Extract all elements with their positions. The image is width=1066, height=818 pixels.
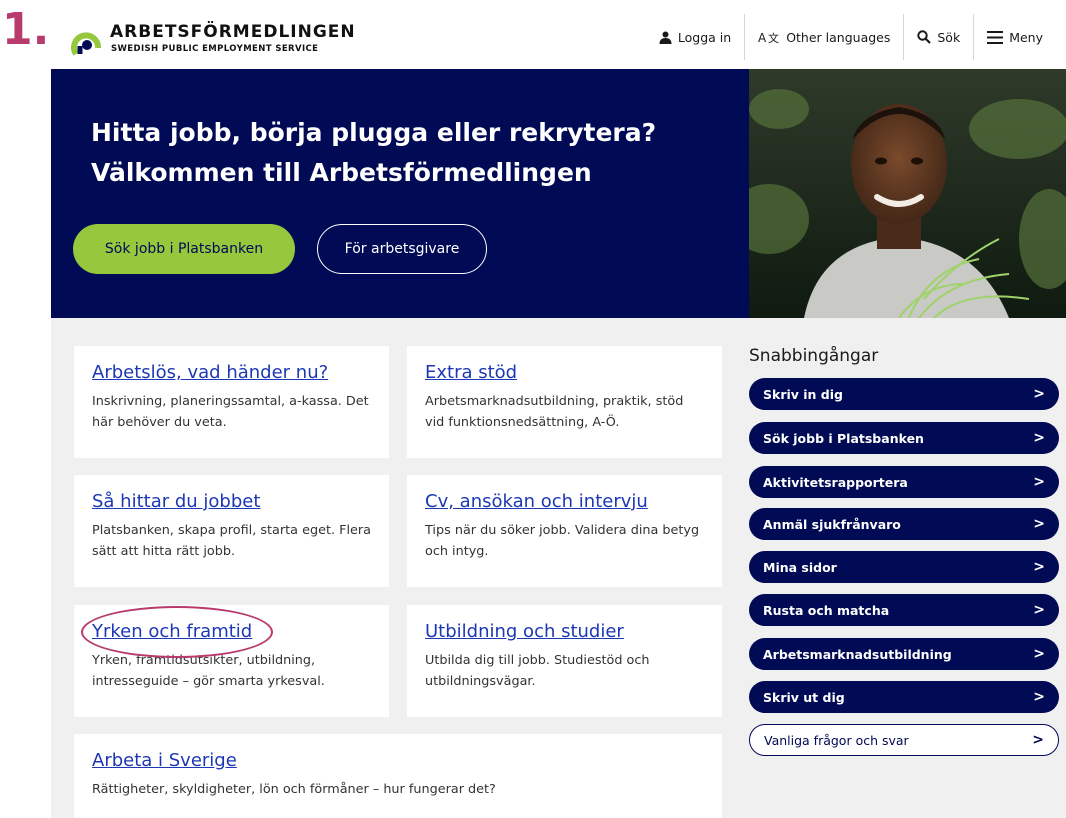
card-work-in-sweden: Arbeta i Sverige Rättigheter, skyldighet… (74, 734, 722, 818)
quick-link-label: Anmäl sjukfrånvaro (763, 516, 901, 532)
chevron-right-icon: > (1033, 386, 1045, 402)
quick-link-labour-training[interactable]: Arbetsmarknadsutbildning > (749, 638, 1059, 670)
svg-text:文: 文 (768, 31, 779, 44)
step-marker: 1. (2, 4, 50, 55)
card-title-link[interactable]: Cv, ansökan och intervju (425, 491, 704, 512)
card-description: Arbetsmarknadsutbildning, praktik, stöd … (425, 394, 684, 430)
chevron-right-icon: > (1033, 430, 1045, 446)
quick-link-register[interactable]: Skriv in dig > (749, 378, 1059, 410)
chevron-right-icon: > (1033, 602, 1045, 618)
chevron-right-icon: > (1033, 474, 1045, 490)
quick-link-sick-leave[interactable]: Anmäl sjukfrånvaro > (749, 508, 1059, 540)
search-label: Sök (937, 29, 961, 45)
login-link[interactable]: Logga in (646, 14, 744, 60)
card-title-link[interactable]: Yrken och framtid (92, 621, 371, 642)
user-icon (659, 31, 672, 44)
card-description: Inskrivning, planeringssamtal, a-kassa. … (92, 394, 369, 430)
search-icon (917, 30, 932, 44)
card-description: Rättigheter, skyldigheter, lön och förmå… (92, 782, 496, 797)
hero-photo (749, 69, 1066, 318)
chevron-right-icon: > (1033, 559, 1045, 575)
chevron-right-icon: > (1033, 516, 1045, 532)
card-description: Platsbanken, skapa profil, starta eget. … (92, 523, 371, 559)
quick-link-label: Rusta och matcha (763, 602, 890, 618)
quick-link-label: Aktivitetsrapportera (763, 474, 908, 490)
quick-link-label: Mina sidor (763, 559, 837, 575)
languages-link[interactable]: A 文 Other languages (744, 14, 903, 60)
quick-link-platsbanken[interactable]: Sök jobb i Platsbanken > (749, 422, 1059, 454)
quick-link-label: Vanliga frågor och svar (764, 732, 909, 748)
quick-link-my-pages[interactable]: Mina sidor > (749, 551, 1059, 583)
languages-label: Other languages (786, 29, 891, 45)
top-nav: Logga in A 文 Other languages Sök Meny (646, 14, 1056, 60)
quick-link-label: Skriv ut dig (763, 689, 845, 705)
quick-link-activity-report[interactable]: Aktivitetsrapportera > (749, 466, 1059, 498)
search-link[interactable]: Sök (903, 14, 973, 60)
hamburger-menu-icon (987, 30, 1004, 44)
quick-link-label: Arbetsmarknadsutbildning (763, 646, 952, 662)
card-extra-support: Extra stöd Arbetsmarknadsutbildning, pra… (407, 346, 722, 458)
card-title-link[interactable]: Arbetslös, vad händer nu? (92, 362, 371, 383)
site-logo[interactable]: ARBETSFÖRMEDLINGEN SWEDISH PUBLIC EMPLOY… (70, 22, 370, 58)
card-description: Tips när du söker jobb. Validera dina be… (425, 523, 700, 559)
card-unemployed: Arbetslös, vad händer nu? Inskrivning, p… (74, 346, 389, 458)
hero-title-line-2: Välkommen till Arbetsförmedlingen (91, 158, 592, 187)
hero-photo-illustration (749, 69, 1066, 318)
card-title-link[interactable]: Arbeta i Sverige (92, 750, 704, 771)
quick-link-prepare-match[interactable]: Rusta och matcha > (749, 594, 1059, 626)
login-label: Logga in (677, 29, 732, 45)
quick-link-faq[interactable]: Vanliga frågor och svar > (749, 724, 1059, 756)
svg-text:A: A (758, 31, 767, 44)
hero-title-line-1: Hitta jobb, börja plugga eller rekrytera… (91, 118, 657, 147)
quick-link-label: Sök jobb i Platsbanken (763, 430, 924, 446)
logo-subtitle: SWEDISH PUBLIC EMPLOYMENT SERVICE (111, 44, 319, 54)
translate-icon: A 文 (758, 31, 779, 44)
chevron-right-icon: > (1032, 732, 1044, 748)
hero-banner: Hitta jobb, börja plugga eller rekrytera… (51, 69, 749, 318)
menu-button[interactable]: Meny (973, 14, 1056, 60)
card-find-job: Så hittar du jobbet Platsbanken, skapa p… (74, 475, 389, 587)
chevron-right-icon: > (1033, 646, 1045, 662)
card-description: Utbilda dig till jobb. Studiestöd och ut… (425, 653, 650, 689)
for-employers-button[interactable]: För arbetsgivare (317, 224, 487, 274)
card-title-link[interactable]: Extra stöd (425, 362, 704, 383)
quick-link-label: Skriv in dig (763, 386, 843, 402)
quick-links-title: Snabbingångar (749, 346, 879, 366)
search-jobs-button[interactable]: Sök jobb i Platsbanken (73, 224, 295, 274)
card-education-studies: Utbildning och studier Utbilda dig till … (407, 605, 722, 717)
card-title-link[interactable]: Så hittar du jobbet (92, 491, 371, 512)
chevron-right-icon: > (1033, 689, 1045, 705)
card-description: Yrken, framtidsutsikter, utbildning, int… (92, 653, 325, 689)
menu-label: Meny (1009, 29, 1043, 45)
hero-title: Hitta jobb, börja plugga eller rekrytera… (91, 113, 731, 193)
quick-link-deregister[interactable]: Skriv ut dig > (749, 681, 1059, 713)
card-title-link[interactable]: Utbildning och studier (425, 621, 704, 642)
logo-title: ARBETSFÖRMEDLINGEN (110, 22, 356, 42)
card-occupations-future: Yrken och framtid Yrken, framtidsutsikte… (74, 605, 389, 717)
card-cv-application: Cv, ansökan och intervju Tips när du sök… (407, 475, 722, 587)
logo-mark-icon (71, 32, 101, 56)
